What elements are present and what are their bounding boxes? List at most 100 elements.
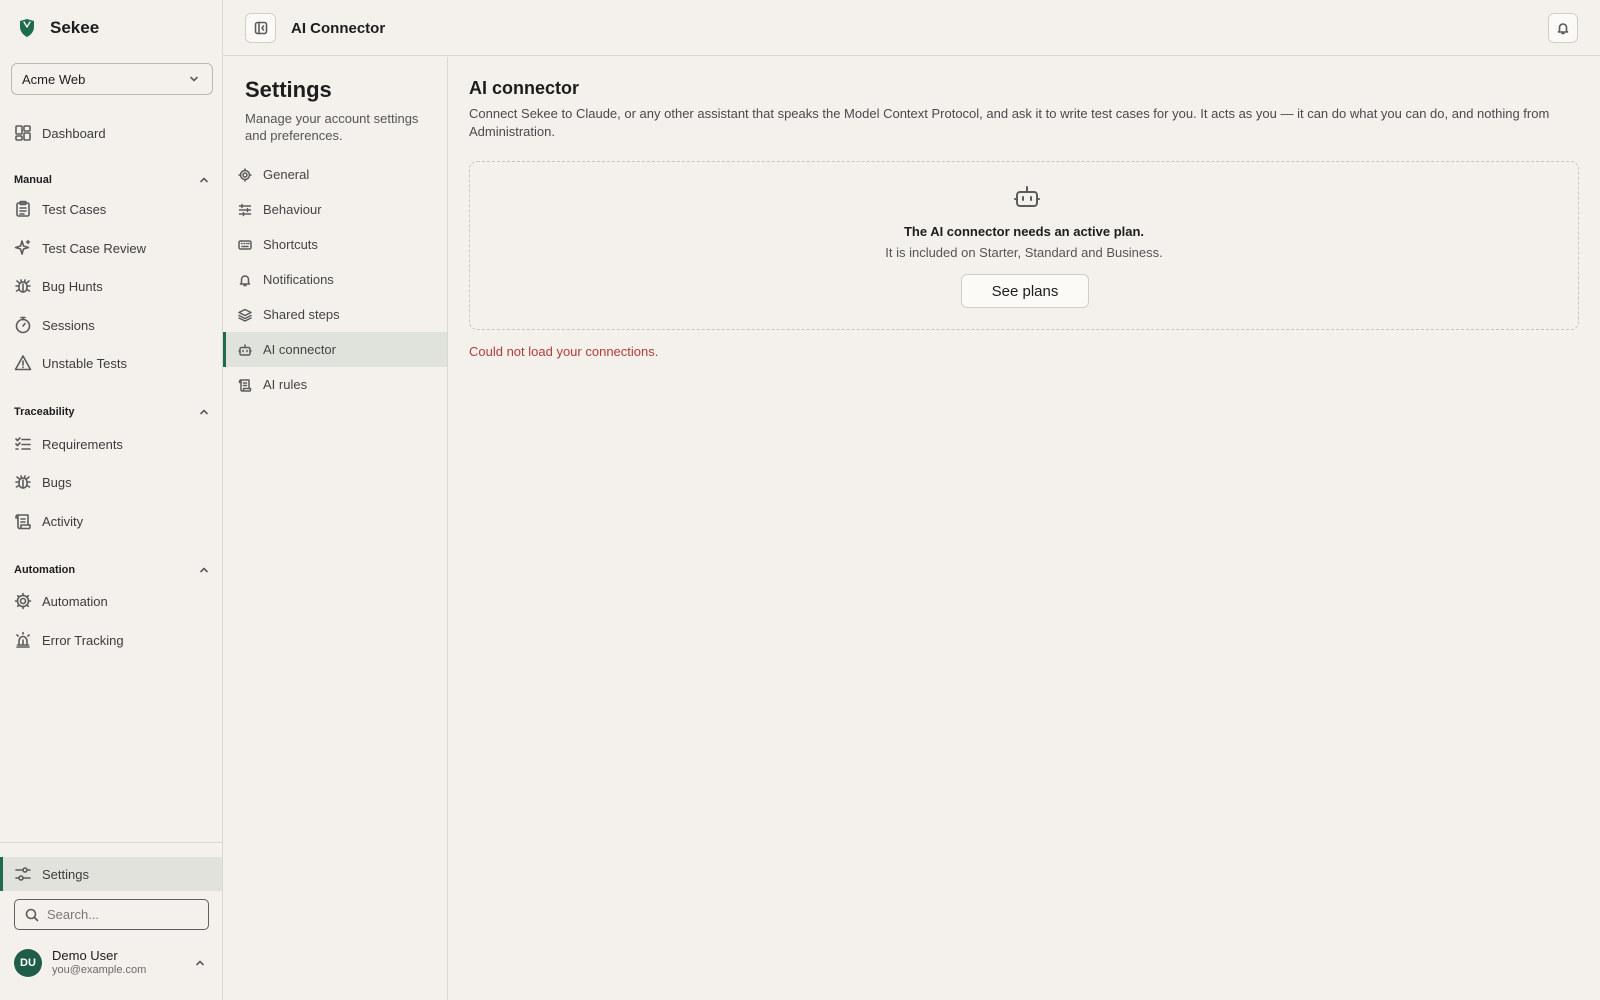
sidebar-item-label: Bugs	[42, 474, 72, 490]
dashboard-icon	[14, 124, 32, 142]
plan-included-text: It is included on Starter, Standard and …	[885, 245, 1163, 260]
section-title: AI connector	[469, 78, 580, 98]
sidebar-item-dashboard[interactable]: Dashboard	[0, 115, 222, 151]
sidebar-item-label: Automation	[42, 593, 108, 609]
gear-icon	[238, 167, 252, 182]
user-email: you@example.com	[52, 964, 147, 976]
sidebar-item-bug-hunts[interactable]: Bug Hunts	[0, 268, 222, 304]
section-label: Manual	[14, 174, 52, 186]
sidebar-toggle-button[interactable]	[245, 13, 276, 43]
notifications-button[interactable]	[1548, 13, 1578, 43]
sidebar-item-settings[interactable]: Settings	[0, 857, 222, 891]
warning-icon	[14, 354, 32, 372]
sidebar-item-automation[interactable]: Automation	[0, 583, 222, 619]
bell-icon	[238, 273, 252, 287]
sidebar-item-label: Test Case Review	[42, 240, 147, 256]
sidebar-item-label: Test Cases	[42, 201, 107, 217]
sidebar-item-error-tracking[interactable]: Error Tracking	[0, 622, 222, 658]
section-label: Automation	[14, 564, 76, 576]
sidebar-item-unstable-tests[interactable]: Unstable Tests	[0, 345, 222, 381]
connections-error: Could not load your connections.	[469, 344, 659, 359]
sidebar-item-label: Settings	[42, 866, 89, 882]
search-icon	[25, 908, 39, 922]
settings-item-label: General	[263, 167, 310, 182]
plan-required-message: The AI connector needs an active plan.	[903, 224, 1145, 239]
settings-item-ai-connector[interactable]: AI connector	[223, 332, 447, 367]
scroll-icon	[14, 512, 32, 530]
brand[interactable]: Sekee	[18, 16, 99, 40]
section-automation[interactable]: Automation	[14, 561, 210, 579]
stopwatch-icon	[14, 316, 32, 334]
settings-item-label: Behaviour	[263, 202, 322, 217]
sidebar-item-label: Dashboard	[42, 125, 106, 141]
checklist-icon	[14, 435, 32, 453]
chevron-up-icon	[198, 174, 210, 186]
bell-icon	[1556, 21, 1570, 35]
robot-icon	[1014, 184, 1040, 210]
see-plans-button[interactable]: See plans	[961, 274, 1089, 308]
settings-item-general[interactable]: General	[223, 157, 447, 192]
sidebar-item-label: Activity	[42, 513, 84, 529]
sidebar-item-label: Sessions	[42, 317, 95, 333]
settings-item-notifications[interactable]: Notifications	[223, 262, 447, 297]
section-label: Traceability	[14, 406, 75, 418]
avatar: DU	[14, 949, 42, 977]
chevron-up-icon	[198, 406, 210, 418]
sliders-icon	[238, 203, 252, 217]
settings-item-shortcuts[interactable]: Shortcuts	[223, 227, 447, 262]
section-manual[interactable]: Manual	[14, 171, 210, 189]
sidebar-item-label: Requirements	[42, 436, 123, 452]
sidebar-item-label: Unstable Tests	[42, 355, 128, 371]
siren-icon	[14, 631, 32, 649]
project-select[interactable]: Acme Web	[11, 63, 213, 95]
sparkles-icon	[14, 239, 32, 257]
settings-item-label: Notifications	[263, 272, 334, 287]
sidebar-item-requirements[interactable]: Requirements	[0, 426, 222, 462]
user-name: Demo User	[52, 948, 118, 963]
user-info: Demo User you@example.com	[52, 949, 146, 977]
section-traceability[interactable]: Traceability	[14, 403, 210, 421]
gear-icon	[14, 592, 32, 610]
sidebar-item-label: Bug Hunts	[42, 278, 103, 294]
section-description: Connect Sekee to Claude, or any other as…	[469, 106, 1550, 139]
top-bar: AI Connector	[223, 0, 1600, 56]
page-title: AI Connector	[291, 20, 386, 37]
bug-icon	[14, 277, 32, 295]
scroll-icon	[238, 378, 252, 392]
sidebar-item-activity[interactable]: Activity	[0, 503, 222, 539]
settings-item-label: AI rules	[263, 377, 308, 392]
settings-item-label: Shared steps	[263, 307, 340, 322]
settings-item-behaviour[interactable]: Behaviour	[223, 192, 447, 227]
settings-item-ai-rules[interactable]: AI rules	[223, 367, 447, 402]
user-menu[interactable]: DU Demo User you@example.com	[14, 947, 210, 979]
clipboard-icon	[14, 200, 32, 218]
keyboard-icon	[238, 238, 252, 252]
sidebar-item-label: Error Tracking	[42, 632, 124, 648]
chevron-down-icon	[188, 73, 200, 85]
search-box[interactable]	[14, 899, 209, 930]
chevron-up-icon	[198, 564, 210, 576]
sidebar-item-sessions[interactable]: Sessions	[0, 307, 222, 343]
bug-icon	[14, 473, 32, 491]
search-input[interactable]	[47, 907, 197, 922]
chevron-up-icon	[194, 957, 206, 969]
settings-nav: Settings Manage your account settings an…	[223, 57, 448, 1000]
project-select-value: Acme Web	[22, 71, 86, 87]
shield-logo-icon	[18, 18, 36, 38]
plan-required-panel: The AI connector needs an active plan. I…	[469, 161, 1579, 330]
panel-left-icon	[254, 21, 268, 35]
settings-item-shared-steps[interactable]: Shared steps	[223, 297, 447, 332]
sidebar-item-bugs[interactable]: Bugs	[0, 464, 222, 500]
settings-item-label: AI connector	[263, 342, 336, 357]
sidebar-item-test-case-review[interactable]: Test Case Review	[0, 230, 222, 266]
settings-title: Settings	[245, 77, 332, 102]
sliders-icon	[14, 865, 32, 883]
sidebar: Sekee Acme Web Dashboard Manual Test Cas…	[0, 0, 223, 1000]
settings-subtitle: Manage your account settings and prefere…	[245, 111, 419, 143]
sidebar-divider	[0, 842, 222, 843]
brand-name: Sekee	[50, 18, 100, 37]
robot-icon	[238, 343, 252, 357]
settings-item-label: Shortcuts	[263, 237, 318, 252]
sidebar-item-test-cases[interactable]: Test Cases	[0, 191, 222, 227]
layers-icon	[238, 308, 252, 322]
